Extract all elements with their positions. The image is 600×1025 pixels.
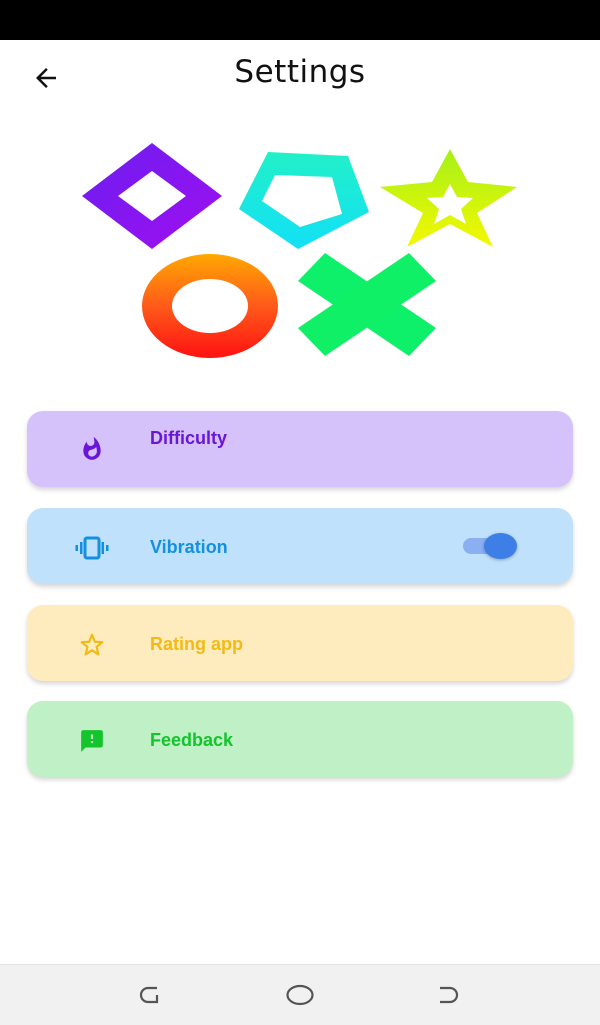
toggle-thumb <box>484 533 517 559</box>
difficulty-label: Difficulty <box>150 428 228 448</box>
cross-shape <box>298 253 436 356</box>
rating-app-card[interactable]: Rating app <box>27 605 573 681</box>
star-outline-icon <box>75 631 109 659</box>
feedback-icon <box>75 727 109 755</box>
diamond-shape <box>82 143 222 249</box>
flame-icon <box>75 435 109 463</box>
feedback-label: Feedback <box>150 730 234 750</box>
star-shape <box>380 149 517 247</box>
recents-button[interactable] <box>135 981 165 1009</box>
recents-icon <box>139 986 159 1004</box>
difficulty-card[interactable]: Difficulty <box>27 411 573 487</box>
home-icon <box>286 984 314 1006</box>
vibration-card[interactable]: Vibration <box>27 508 573 584</box>
home-button[interactable] <box>285 981 315 1009</box>
rating-app-label: Rating app <box>150 634 243 654</box>
page-title: Settings <box>234 54 366 90</box>
system-navigation-bar <box>0 964 600 1025</box>
vibration-icon <box>75 534 109 562</box>
ring-shape <box>142 254 278 358</box>
feedback-card[interactable]: Feedback <box>27 701 573 777</box>
vibration-toggle[interactable] <box>463 533 519 559</box>
shapes-logo <box>82 143 517 358</box>
pentagon-shape <box>239 152 369 249</box>
vibration-label: Vibration <box>150 537 228 557</box>
back-nav-button[interactable] <box>435 981 465 1009</box>
app-bar: Settings <box>0 40 600 112</box>
status-bar <box>0 0 600 40</box>
back-nav-icon <box>440 986 459 1004</box>
